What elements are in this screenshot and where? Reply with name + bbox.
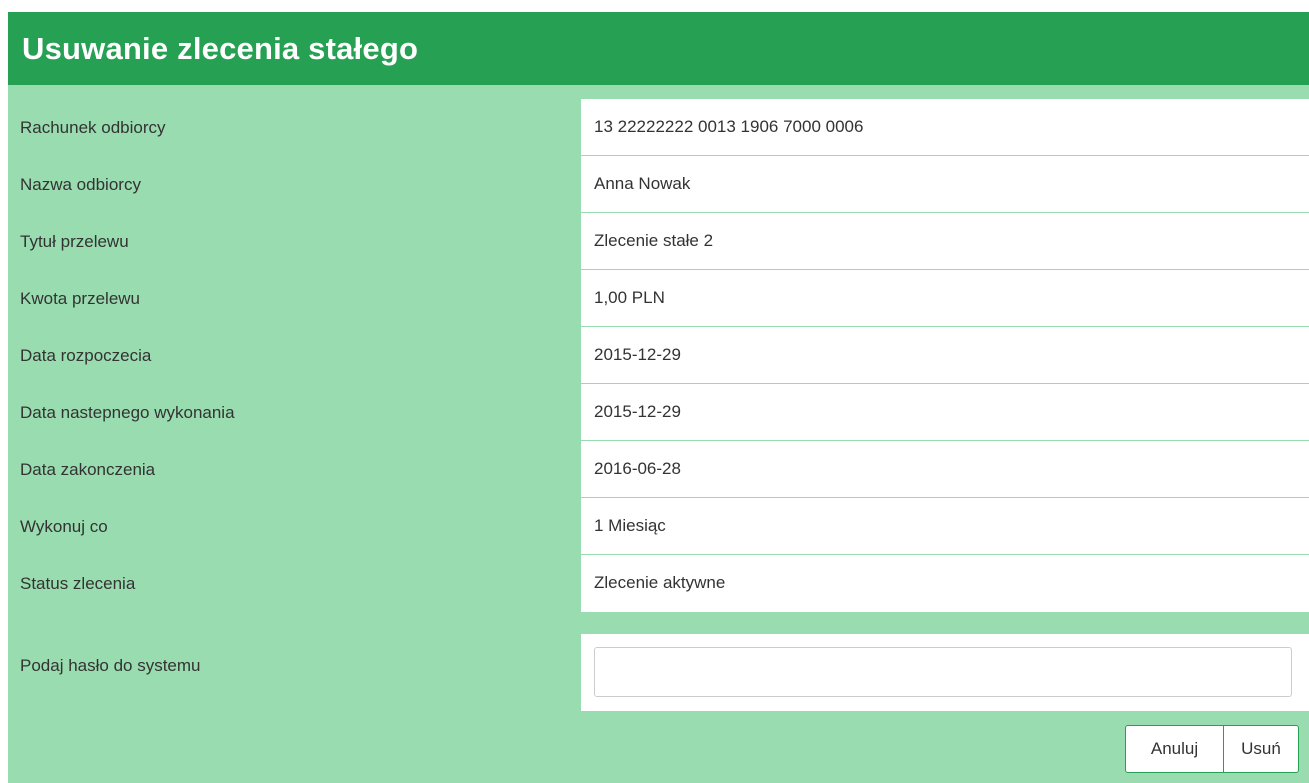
detail-value: 13 22222222 0013 1906 7000 0006 [581, 99, 1309, 156]
password-row: Podaj hasło do systemu [8, 634, 1309, 711]
details-list: Rachunek odbiorcy 13 22222222 0013 1906 … [8, 99, 1309, 612]
detail-label: Data nastepnego wykonania [20, 403, 235, 422]
delete-standing-order-panel: Usuwanie zlecenia stałego Rachunek odbio… [8, 12, 1309, 783]
detail-row-start-date: Data rozpoczecia 2015-12-29 [8, 327, 1309, 384]
detail-label: Kwota przelewu [20, 289, 141, 308]
detail-value: 2015-12-29 [581, 327, 1309, 384]
detail-value: 1 Miesiąc [581, 498, 1309, 555]
detail-row-recipient-name: Nazwa odbiorcy Anna Nowak [8, 156, 1309, 213]
detail-label: Rachunek odbiorcy [20, 118, 166, 137]
cancel-button[interactable]: Anuluj [1125, 725, 1224, 773]
detail-label: Status zlecenia [20, 574, 136, 593]
detail-row-transfer-title: Tytuł przelewu Zlecenie stałe 2 [8, 213, 1309, 270]
detail-label: Data zakonczenia [20, 460, 156, 479]
detail-value: Zlecenie aktywne [581, 555, 1309, 612]
delete-button[interactable]: Usuń [1224, 725, 1299, 773]
password-box [581, 634, 1309, 711]
detail-row-amount: Kwota przelewu 1,00 PLN [8, 270, 1309, 327]
action-buttons: Anuluj Usuń [1125, 725, 1299, 773]
detail-row-end-date: Data zakonczenia 2016-06-28 [8, 441, 1309, 498]
detail-row-frequency: Wykonuj co 1 Miesiąc [8, 498, 1309, 555]
detail-value: 1,00 PLN [581, 270, 1309, 327]
detail-label: Tytuł przelewu [20, 232, 129, 251]
detail-label: Data rozpoczecia [20, 346, 152, 365]
detail-value: Zlecenie stałe 2 [581, 213, 1309, 270]
detail-label: Nazwa odbiorcy [20, 175, 141, 194]
panel-header: Usuwanie zlecenia stałego [8, 12, 1309, 85]
password-label: Podaj hasło do systemu [20, 656, 201, 675]
detail-row-order-status: Status zlecenia Zlecenie aktywne [8, 555, 1309, 612]
detail-label: Wykonuj co [20, 517, 108, 536]
page-title: Usuwanie zlecenia stałego [22, 30, 419, 66]
detail-value: 2016-06-28 [581, 441, 1309, 498]
detail-row-next-execution-date: Data nastepnego wykonania 2015-12-29 [8, 384, 1309, 441]
password-input[interactable] [594, 647, 1292, 697]
detail-value: 2015-12-29 [581, 384, 1309, 441]
detail-value: Anna Nowak [581, 156, 1309, 213]
detail-row-recipient-account: Rachunek odbiorcy 13 22222222 0013 1906 … [8, 99, 1309, 156]
